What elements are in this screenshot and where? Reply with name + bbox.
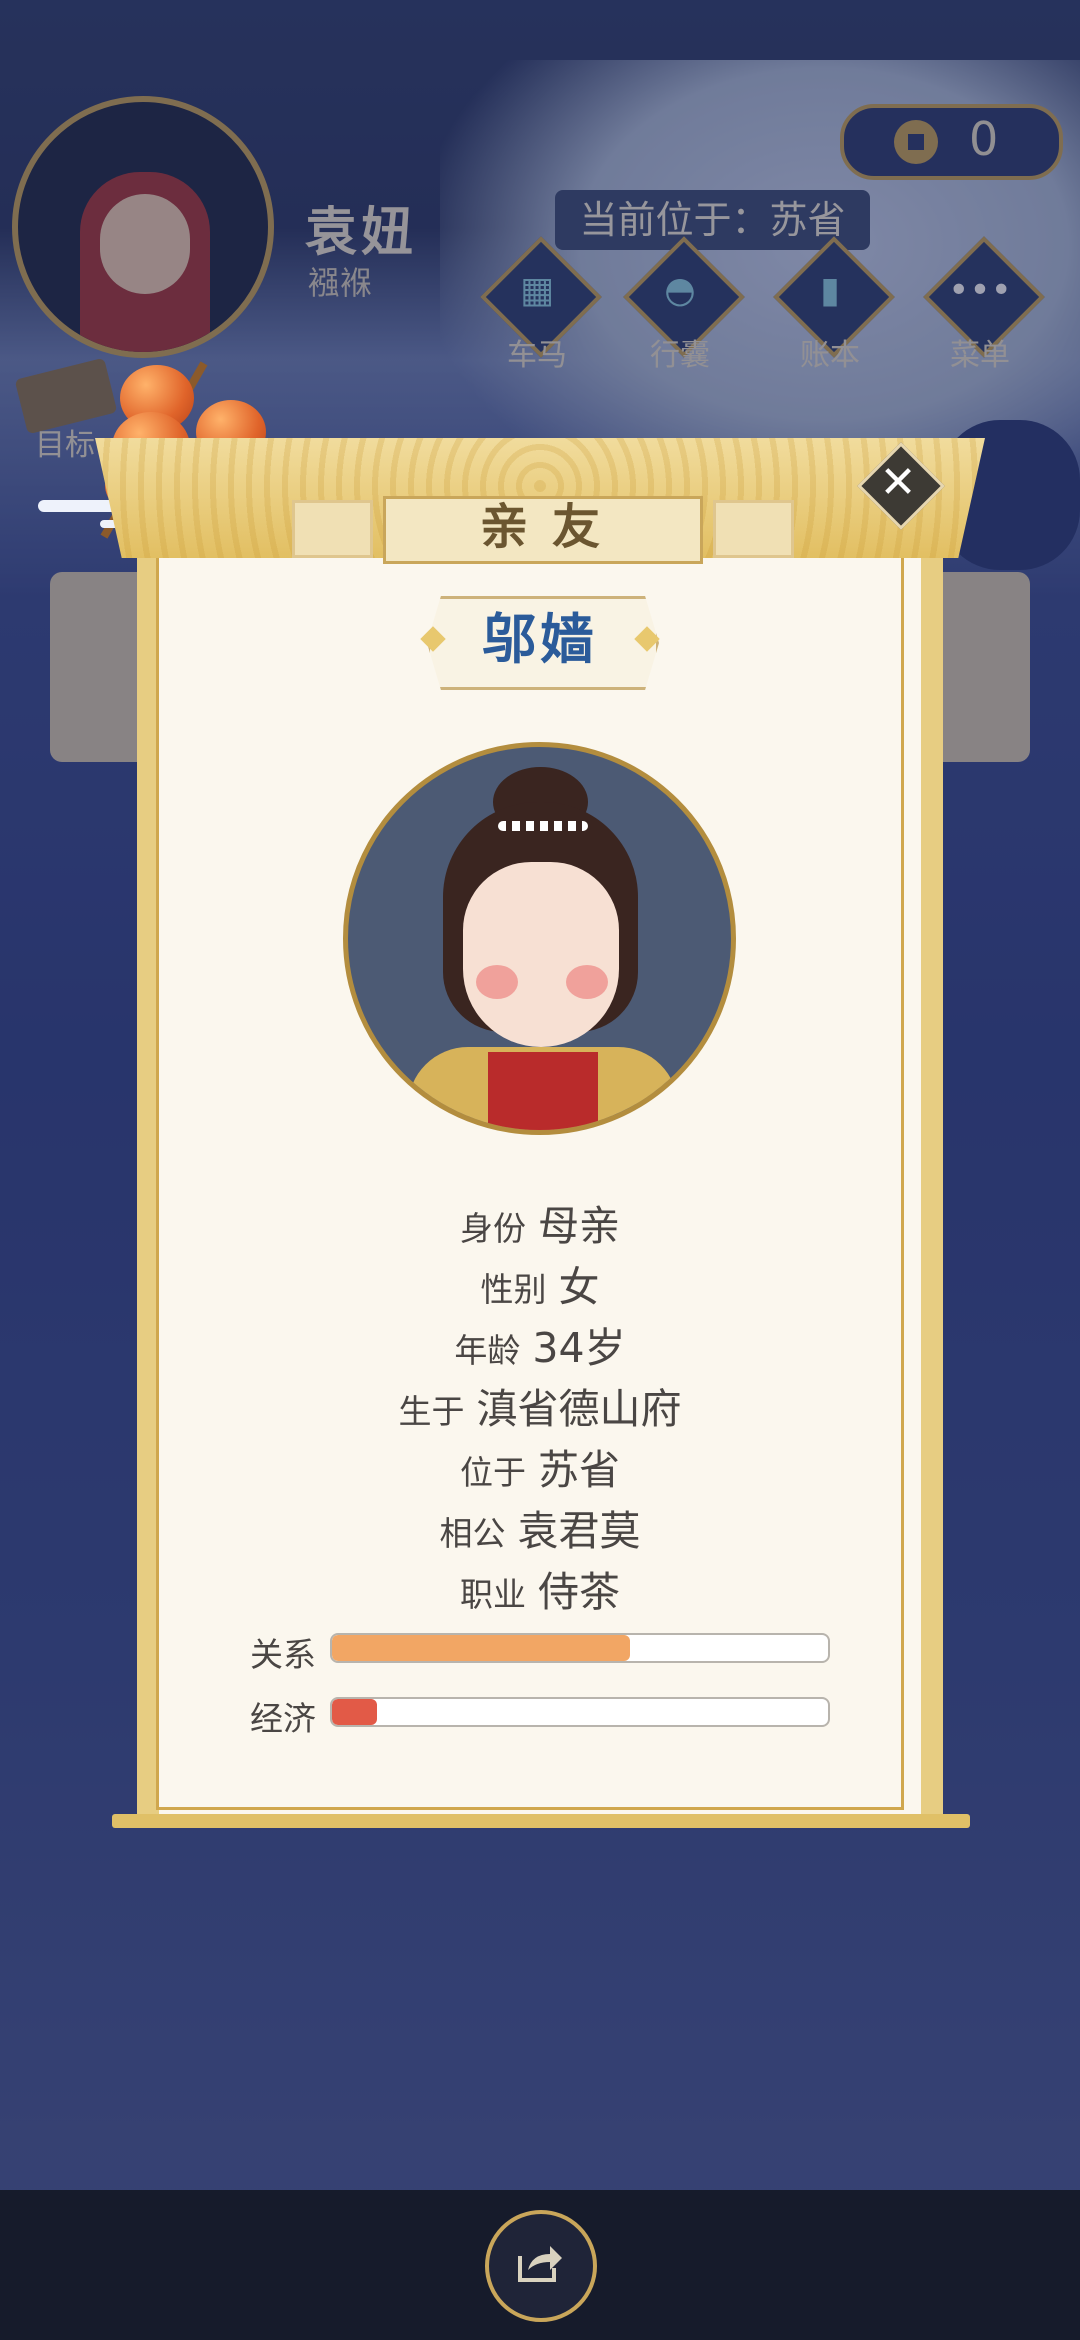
close-icon[interactable]: ✕: [870, 455, 926, 511]
info-row-age: 年龄 34岁: [0, 1314, 1080, 1374]
info-key: 相公: [439, 1514, 506, 1553]
info-value: 滇省德山府: [476, 1385, 682, 1433]
portrait-blush: [566, 965, 608, 999]
header-side-panel: [713, 500, 794, 558]
relationship-bar-fill: [332, 1635, 630, 1661]
modal-title: 亲友: [479, 499, 624, 555]
info-key: 年龄: [454, 1331, 521, 1370]
info-value: 苏省: [538, 1446, 620, 1494]
character-portrait: [343, 742, 736, 1135]
portrait-inner-robe: [488, 1052, 598, 1130]
info-key: 位于: [460, 1453, 526, 1492]
economy-bar-fill: [332, 1699, 377, 1725]
portrait-face: [463, 862, 619, 1047]
info-key: 生于: [398, 1392, 465, 1431]
info-row-birthplace: 生于 滇省德山府: [0, 1375, 1080, 1435]
info-key: 身份: [460, 1209, 526, 1248]
portrait-hair-pearls: [498, 821, 588, 831]
info-key: 职业: [460, 1575, 526, 1614]
info-row-occupation: 职业 侍茶: [0, 1558, 1080, 1618]
share-icon: [518, 2246, 562, 2282]
relationship-label: 关系: [250, 1635, 316, 1674]
info-row-spouse: 相公 袁君莫: [0, 1497, 1080, 1557]
info-row-location: 位于 苏省: [0, 1436, 1080, 1496]
info-value: 34岁: [532, 1324, 626, 1372]
economy-label: 经济: [250, 1699, 316, 1738]
info-value: 袁君莫: [517, 1507, 641, 1555]
character-name: 邬嫱: [482, 608, 598, 671]
info-value: 侍茶: [538, 1568, 620, 1616]
portrait-blush: [476, 965, 518, 999]
info-row-identity: 身份 母亲: [0, 1192, 1080, 1252]
relationship-bar: [330, 1633, 830, 1663]
info-value: 女: [558, 1263, 600, 1311]
info-key: 性别: [480, 1270, 547, 1309]
modal-bottom-rod: [112, 1814, 970, 1828]
economy-bar: [330, 1697, 830, 1727]
share-button[interactable]: [485, 2210, 597, 2322]
info-row-gender: 性别女: [0, 1253, 1080, 1313]
info-value: 母亲: [538, 1202, 620, 1250]
header-side-panel: [292, 500, 373, 558]
